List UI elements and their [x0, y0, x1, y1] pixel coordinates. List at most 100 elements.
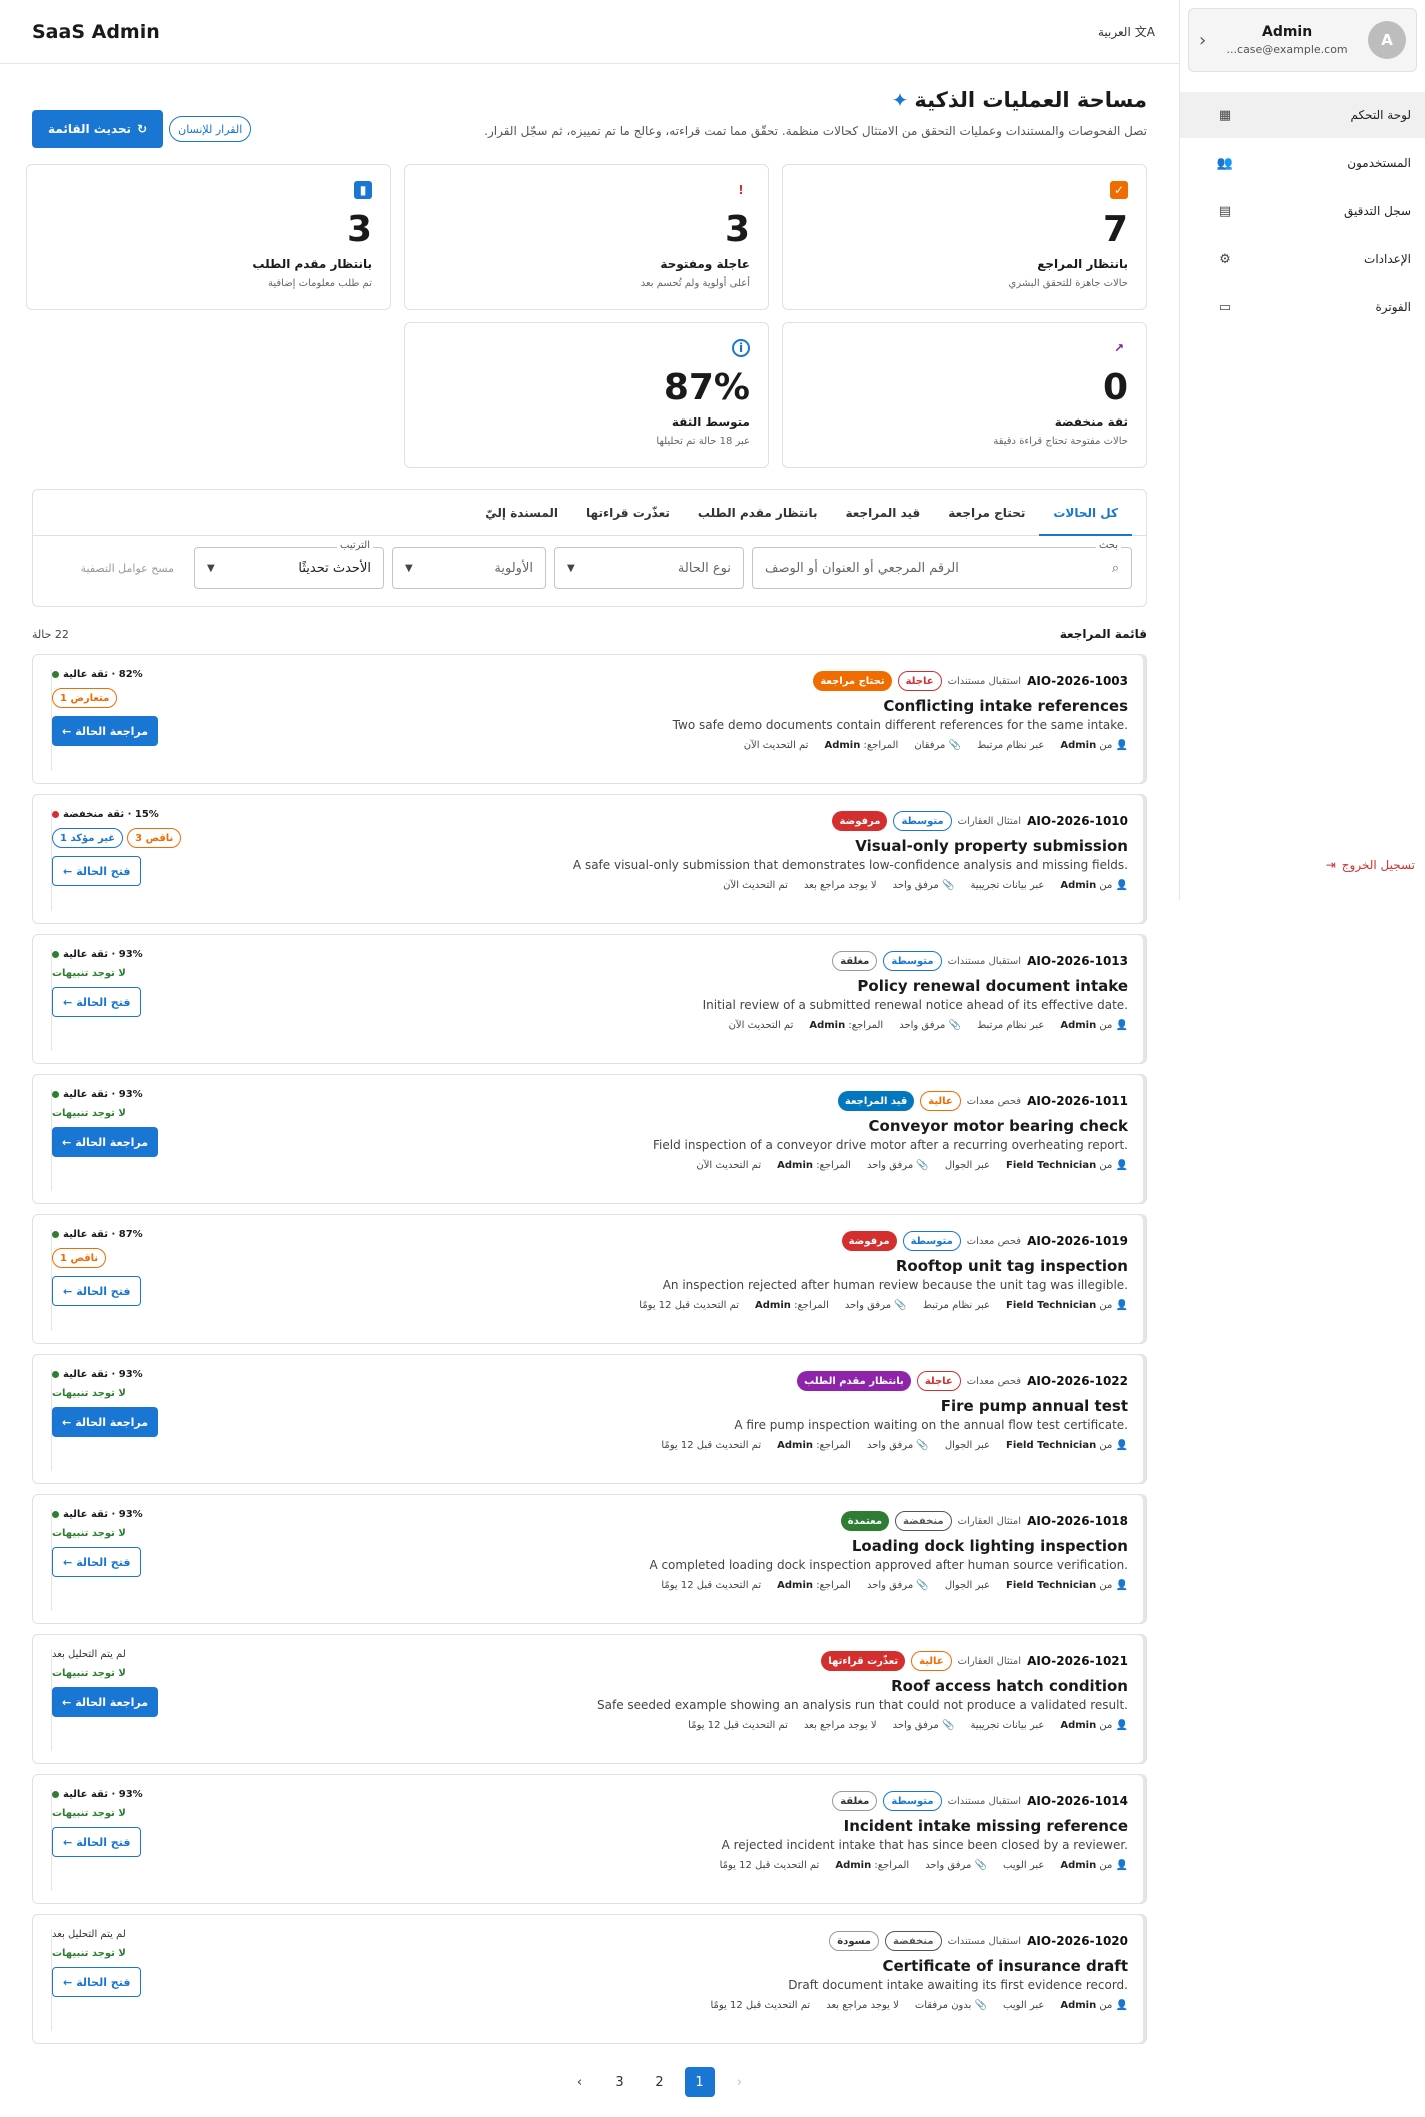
reviewer-value: Admin	[777, 1160, 813, 1171]
arrow-left-icon: ←	[63, 1555, 73, 1569]
case-card[interactable]: AIO-2026-1020 استقبال مستندات منخفضة مسودة C…	[32, 1914, 1147, 2044]
user-email: ...case@example.com	[1226, 43, 1348, 56]
stat-description: أعلى أولوية ولم تُحسم بعد	[640, 278, 750, 289]
case-title[interactable]: Roof access hatch condition	[363, 1677, 1128, 1695]
case-meta: AIO-2026-1021 امتثال العقارات عالية تعذّرت …	[363, 1649, 1128, 1673]
search-input[interactable]: بحث ⌕ الرقم المرجعي أو العنوان أو الوصف	[752, 540, 1132, 589]
case-title[interactable]: Fire pump annual test	[363, 1397, 1128, 1415]
tab-5[interactable]: المسندة إليّ	[471, 490, 572, 535]
open-case-button[interactable]: فتح الحالة ←	[52, 1967, 142, 1997]
warnings-status: لا توجد تنبيهات	[52, 1528, 126, 1539]
language-toggle[interactable]: 文A العربية	[1098, 23, 1155, 40]
tab-2[interactable]: قيد المراجعة	[831, 490, 934, 535]
review-case-button[interactable]: مراجعة الحالة ←	[52, 716, 159, 746]
prev-page-button[interactable]: ›	[565, 2067, 595, 2097]
confidence: 82% · ثقة عالية	[52, 669, 143, 680]
from-prefix: من	[1099, 1020, 1113, 1031]
case-attachments: 📎 مرفقان	[914, 740, 961, 751]
case-card[interactable]: AIO-2026-1021 امتثال العقارات عالية تعذّرت …	[32, 1634, 1147, 1764]
open-case-button[interactable]: فتح الحالة ←	[52, 1547, 142, 1577]
case-card[interactable]: AIO-2026-1010 امتثال العقارات متوسطة مرفوضة…	[32, 794, 1147, 924]
page-title: مساحة العمليات الذكية ✦	[892, 88, 1147, 112]
user-card[interactable]: A Admin ...case@example.com ‹	[1188, 8, 1417, 72]
case-card[interactable]: AIO-2026-1018 امتثال العقارات منخفضة معتمدة…	[32, 1494, 1147, 1624]
case-side-content: 93% · ثقة عالية لا توجد تنبيهات فتح الحالة…	[52, 949, 290, 1017]
attachments-value: مرفق واحد	[866, 1440, 914, 1451]
case-card[interactable]: AIO-2026-1022 فحص معدات عاجلة بانتظار مقدم …	[32, 1354, 1147, 1484]
page-2-button[interactable]: 2	[645, 2067, 675, 2097]
stat-value: 0	[1102, 367, 1128, 408]
action-label: فتح الحالة	[76, 1835, 131, 1849]
tab-1[interactable]: تحتاج مراجعة	[934, 490, 1039, 535]
clear-filters-button[interactable]: مسح عوامل التصفية	[81, 562, 174, 575]
next-page-button[interactable]: ‹	[725, 2067, 755, 2097]
case-title[interactable]: Conveyor motor bearing check	[363, 1117, 1129, 1135]
case-attachments: 📎 مرفق واحد	[867, 1580, 929, 1591]
chevron-left-icon: ‹	[1199, 29, 1207, 51]
status-dot	[52, 1371, 59, 1378]
case-channel: عبر نظام مرتبط	[977, 740, 1045, 751]
tab-4[interactable]: تعذّرت قراءتها	[572, 490, 684, 535]
human-decision-button[interactable]: القرار للإنسان	[169, 116, 252, 142]
case-title[interactable]: Rooftop unit tag inspection	[363, 1257, 1128, 1275]
sidebar-item-0[interactable]: لوحة التحكم ▦	[1180, 92, 1425, 138]
case-card[interactable]: AIO-2026-1011 فحص معدات عالية قيد المراجعة C…	[32, 1074, 1147, 1204]
review-case-button[interactable]: مراجعة الحالة ←	[52, 1407, 159, 1437]
priority-placeholder: الأولوية	[494, 560, 533, 576]
search-icon: ⌕	[1111, 560, 1119, 576]
sort-value: الأحدث تحديثًا	[298, 560, 371, 576]
case-card[interactable]: AIO-2026-1003 استقبال مستندات عاجلة تحتاج م…	[32, 654, 1147, 784]
open-case-button[interactable]: فتح الحالة ←	[52, 987, 142, 1017]
sort-select[interactable]: الترتيب الأحدث تحديثًا ▼	[194, 540, 384, 589]
case-updated: تم التحديث قبل 12 يومًا	[688, 1720, 788, 1731]
case-type: امتثال العقارات	[957, 1655, 1022, 1667]
case-updated: تم التحديث قبل 12 يومًا	[719, 1860, 820, 1871]
case-from: 👤 من Admin	[1060, 880, 1128, 891]
case-id: AIO-2026-1020	[1027, 1934, 1128, 1948]
priority-select[interactable]: الأولوية ▼	[392, 547, 546, 589]
case-side: 15% · ثقة منخفضة ناقص 3 غير مؤكد 1 فتح الحا…	[51, 809, 311, 911]
refresh-list-button[interactable]: ↻ تحديث القائمة	[32, 110, 164, 148]
attachments-value: مرفق واحد	[892, 1720, 939, 1731]
case-title[interactable]: Incident intake missing reference	[363, 1817, 1128, 1835]
case-title[interactable]: Conflicting intake references	[363, 697, 1128, 715]
action-label: فتح الحالة	[76, 1975, 131, 1989]
case-title[interactable]: Loading dock lighting inspection	[363, 1537, 1128, 1555]
case-card[interactable]: AIO-2026-1019 فحص معدات متوسطة مرفوضة Roofto…	[32, 1214, 1147, 1344]
sidebar-item-1[interactable]: المستخدمون 👥	[1180, 140, 1425, 186]
paperclip-icon: 📎	[913, 1580, 929, 1591]
reviewer-value: Admin	[777, 1440, 813, 1451]
warnings-status: لا توجد تنبيهات	[52, 1108, 126, 1119]
refresh-list-label: تحديث القائمة	[48, 122, 132, 136]
page-1-button[interactable]: 1	[684, 2067, 715, 2097]
review-case-button[interactable]: مراجعة الحالة ←	[52, 1127, 159, 1157]
case-id: AIO-2026-1014	[1027, 1794, 1128, 1808]
case-channel: عبر الجوال	[944, 1160, 990, 1171]
person-icon: 👤	[1112, 740, 1128, 751]
logout-button[interactable]: تسجيل الخروج ⇥	[1326, 858, 1415, 872]
tab-3[interactable]: بانتظار مقدم الطلب	[684, 490, 832, 535]
reviewer-prefix: المراجع:	[816, 1160, 851, 1171]
tab-0[interactable]: كل الحالات	[1039, 490, 1132, 536]
case-card[interactable]: AIO-2026-1014 استقبال مستندات متوسطة مغلقة I…	[32, 1774, 1147, 1904]
case-side: لم يتم التحليل بعد لا توجد تنبيهات مراجعة …	[51, 1649, 311, 1751]
open-case-button[interactable]: فتح الحالة ←	[52, 856, 142, 886]
reviewer-value: Admin	[755, 1300, 791, 1311]
case-title[interactable]: Policy renewal document intake	[363, 977, 1128, 995]
case-title[interactable]: Visual-only property submission	[363, 837, 1128, 855]
sidebar-item-3[interactable]: الإعدادات ⚙	[1180, 236, 1425, 282]
sidebar-item-4[interactable]: الفوترة ▭	[1180, 284, 1425, 330]
sidebar-item-2[interactable]: سجل التدقيق ▤	[1180, 188, 1425, 234]
page-3-button[interactable]: 3	[605, 2067, 635, 2097]
case-title[interactable]: Certificate of insurance draft	[363, 1957, 1128, 1975]
reviewer-prefix: المراجع:	[816, 1440, 851, 1451]
case-attachments: 📎 مرفق واحد	[925, 1860, 987, 1871]
case-card[interactable]: AIO-2026-1013 استقبال مستندات متوسطة مغلقة P…	[32, 934, 1147, 1064]
open-case-button[interactable]: فتح الحالة ←	[52, 1276, 142, 1306]
review-case-button[interactable]: مراجعة الحالة ←	[52, 1687, 159, 1717]
case-main: AIO-2026-1021 امتثال العقارات عالية تعذّرت …	[363, 1649, 1128, 1751]
attachments-value: مرفقان	[914, 740, 946, 751]
case-type-select[interactable]: نوع الحالة ▼	[554, 547, 744, 589]
open-case-button[interactable]: فتح الحالة ←	[52, 1827, 142, 1857]
case-updated: تم التحديث قبل 12 يومًا	[710, 2000, 811, 2011]
